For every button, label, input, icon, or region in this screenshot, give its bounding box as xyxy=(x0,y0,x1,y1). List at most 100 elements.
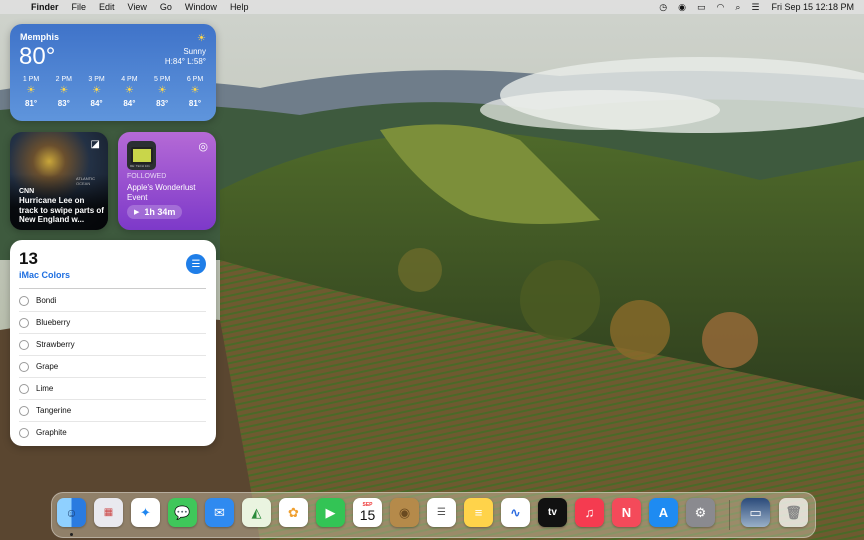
hourly-item: 4 PM ☀ 84° xyxy=(114,76,144,108)
apple-tv-icon[interactable]: tv xyxy=(538,498,567,527)
list-bullet-icon: ☰ xyxy=(186,254,206,274)
reminder-checkbox[interactable] xyxy=(19,405,29,416)
battery-icon[interactable]: ▭ xyxy=(697,0,706,14)
hour-temp: 84° xyxy=(90,99,103,108)
menu-window[interactable]: Window xyxy=(185,0,217,14)
reminder-checkbox[interactable] xyxy=(19,361,29,372)
freeform-icon[interactable]: ∿ xyxy=(501,498,530,527)
hour-time: 4 PM xyxy=(121,76,138,83)
mail-icon[interactable]: ✉ xyxy=(205,498,234,527)
podcast-artwork-screen xyxy=(130,147,153,164)
news-widget[interactable]: ATLANTIC OCEAN ◪ CNN Hurricane Lee on tr… xyxy=(10,132,108,230)
sun-icon: ☀ xyxy=(59,85,69,96)
music-icon[interactable]: ♫ xyxy=(575,498,604,527)
podcast-status: FOLLOWED xyxy=(127,173,167,180)
menu-file[interactable]: File xyxy=(72,0,87,14)
desktop-folder-icon[interactable]: ▭ xyxy=(741,498,770,527)
weather-widget[interactable]: Memphis 80° ☀ Sunny H:84° L:58° 1 PM ☀ 81°… xyxy=(10,24,216,121)
reminder-label: Graphite xyxy=(36,428,67,437)
safari-icon[interactable]: ✦ xyxy=(131,498,160,527)
messages-icon[interactable]: 💬 xyxy=(168,498,197,527)
hour-temp: 84° xyxy=(123,99,136,108)
control-center-icon[interactable]: ☰ xyxy=(751,0,759,14)
reminder-checkbox[interactable] xyxy=(19,317,29,328)
news-app-icon[interactable]: N xyxy=(612,498,641,527)
launchpad-icon[interactable]: ▦ xyxy=(94,498,123,527)
hour-time: 3 PM xyxy=(88,76,105,83)
facetime-icon[interactable]: ▶ xyxy=(316,498,345,527)
user-account-icon[interactable]: ◉ xyxy=(678,0,686,14)
sun-icon: ☀ xyxy=(124,85,134,96)
contacts-icon[interactable]: ◉ xyxy=(390,498,419,527)
reminder-item: Lime xyxy=(19,378,206,400)
hourly-forecast: 1 PM ☀ 81° 2 PM ☀ 83° 3 PM ☀ 84° 4 PM ☀ 84° 5 PM… xyxy=(16,76,210,108)
menu-app-name[interactable]: Finder xyxy=(31,0,59,14)
weather-condition: Sunny xyxy=(183,47,206,56)
reminder-checkbox[interactable] xyxy=(19,383,29,394)
news-icon: ◪ xyxy=(90,139,100,150)
weather-temp: 80° xyxy=(19,43,56,70)
podcast-artwork: RE: TECH 101 xyxy=(127,141,156,170)
sun-icon: ☀ xyxy=(190,85,200,96)
menu-view[interactable]: View xyxy=(128,0,147,14)
podcasts-icon: ◎ xyxy=(198,141,208,153)
maps-icon[interactable]: ◭ xyxy=(242,498,271,527)
reminder-checkbox[interactable] xyxy=(19,427,29,438)
hourly-item: 1 PM ☀ 81° xyxy=(16,76,46,108)
calendar-icon[interactable]: SEP 15 xyxy=(353,498,382,527)
notes-icon[interactable]: ≡ xyxy=(464,498,493,527)
spotlight-search-icon[interactable]: ⌕ xyxy=(735,0,740,14)
reminder-label: Blueberry xyxy=(36,318,71,327)
status-area: ◷ ◉ ▭ ◠ ⌕ ☰ Fri Sep 15 12:18 PM xyxy=(648,0,854,14)
hour-time: 5 PM xyxy=(154,76,171,83)
menu-go[interactable]: Go xyxy=(160,0,172,14)
system-settings-icon[interactable]: ⚙ xyxy=(686,498,715,527)
reminder-list-name: iMac Colors xyxy=(19,270,71,280)
reminder-label: Grape xyxy=(36,362,59,371)
reminders-widget[interactable]: 13 iMac Colors ☰ Bondi Blueberry Strawbe… xyxy=(10,240,216,446)
menu-help[interactable]: Help xyxy=(230,0,249,14)
dock: ☺ ▦ ✦ 💬 ✉ ◭ ✿ ▶ SEP 15 ◉ ☰ ≡ ∿ tv ♫ N A … xyxy=(51,492,816,538)
reminder-item: Tangerine xyxy=(19,400,206,422)
hour-time: 1 PM xyxy=(22,76,40,83)
sun-icon: ☀ xyxy=(26,85,36,96)
hour-temp: 83° xyxy=(156,99,169,108)
hour-temp: 83° xyxy=(57,99,70,108)
play-icon: ▶ xyxy=(134,209,140,216)
menu-bar: Finder File Edit View Go Window Help ◷ ◉… xyxy=(0,0,864,14)
reminder-item: Graphite xyxy=(19,422,206,443)
reminder-count: 13 xyxy=(19,249,38,268)
play-button[interactable]: ▶ 1h 34m xyxy=(127,205,183,219)
time-machine-icon[interactable]: ◷ xyxy=(659,0,667,14)
app-store-icon[interactable]: A xyxy=(649,498,678,527)
sun-icon: ☀ xyxy=(157,85,167,96)
wifi-icon[interactable]: ◠ xyxy=(716,0,724,14)
hour-temp: 81° xyxy=(188,99,202,108)
news-source: CNN xyxy=(19,188,35,195)
reminder-item: Blueberry xyxy=(19,312,206,334)
reminder-label: Bondi xyxy=(36,296,57,305)
podcast-widget[interactable]: RE: TECH 101 ◎ FOLLOWED Apple's Wonderlu… xyxy=(118,132,216,230)
menu-clock[interactable]: Fri Sep 15 12:18 PM xyxy=(771,2,854,12)
weather-hilo: H:84° L:58° xyxy=(164,57,206,66)
weather-city: Memphis xyxy=(20,32,60,42)
reminders-icon[interactable]: ☰ xyxy=(427,498,456,527)
finder-face-icon: ☺ xyxy=(65,505,78,520)
photos-icon[interactable]: ✿ xyxy=(279,498,308,527)
reminder-label: Lime xyxy=(36,384,54,393)
menu-edit[interactable]: Edit xyxy=(99,0,115,14)
podcast-title: Apple's Wonderlust Event xyxy=(127,183,196,202)
reminder-label: Strawberry xyxy=(36,340,75,349)
reminder-checkbox[interactable] xyxy=(19,339,29,350)
dock-separator xyxy=(729,500,730,530)
reminder-checkbox[interactable] xyxy=(19,295,29,306)
tv-label: tv xyxy=(548,507,557,518)
hour-temp: 81° xyxy=(24,99,38,108)
sun-icon: ☀ xyxy=(197,33,206,44)
divider xyxy=(19,288,206,289)
hourly-item: 3 PM ☀ 84° xyxy=(82,76,112,108)
reminder-item: Bondi xyxy=(19,290,206,312)
finder-icon[interactable]: ☺ xyxy=(57,498,86,527)
trash-icon[interactable]: 🗑 xyxy=(779,498,808,527)
hourly-item: 6 PM ☀ 81° xyxy=(180,76,210,108)
